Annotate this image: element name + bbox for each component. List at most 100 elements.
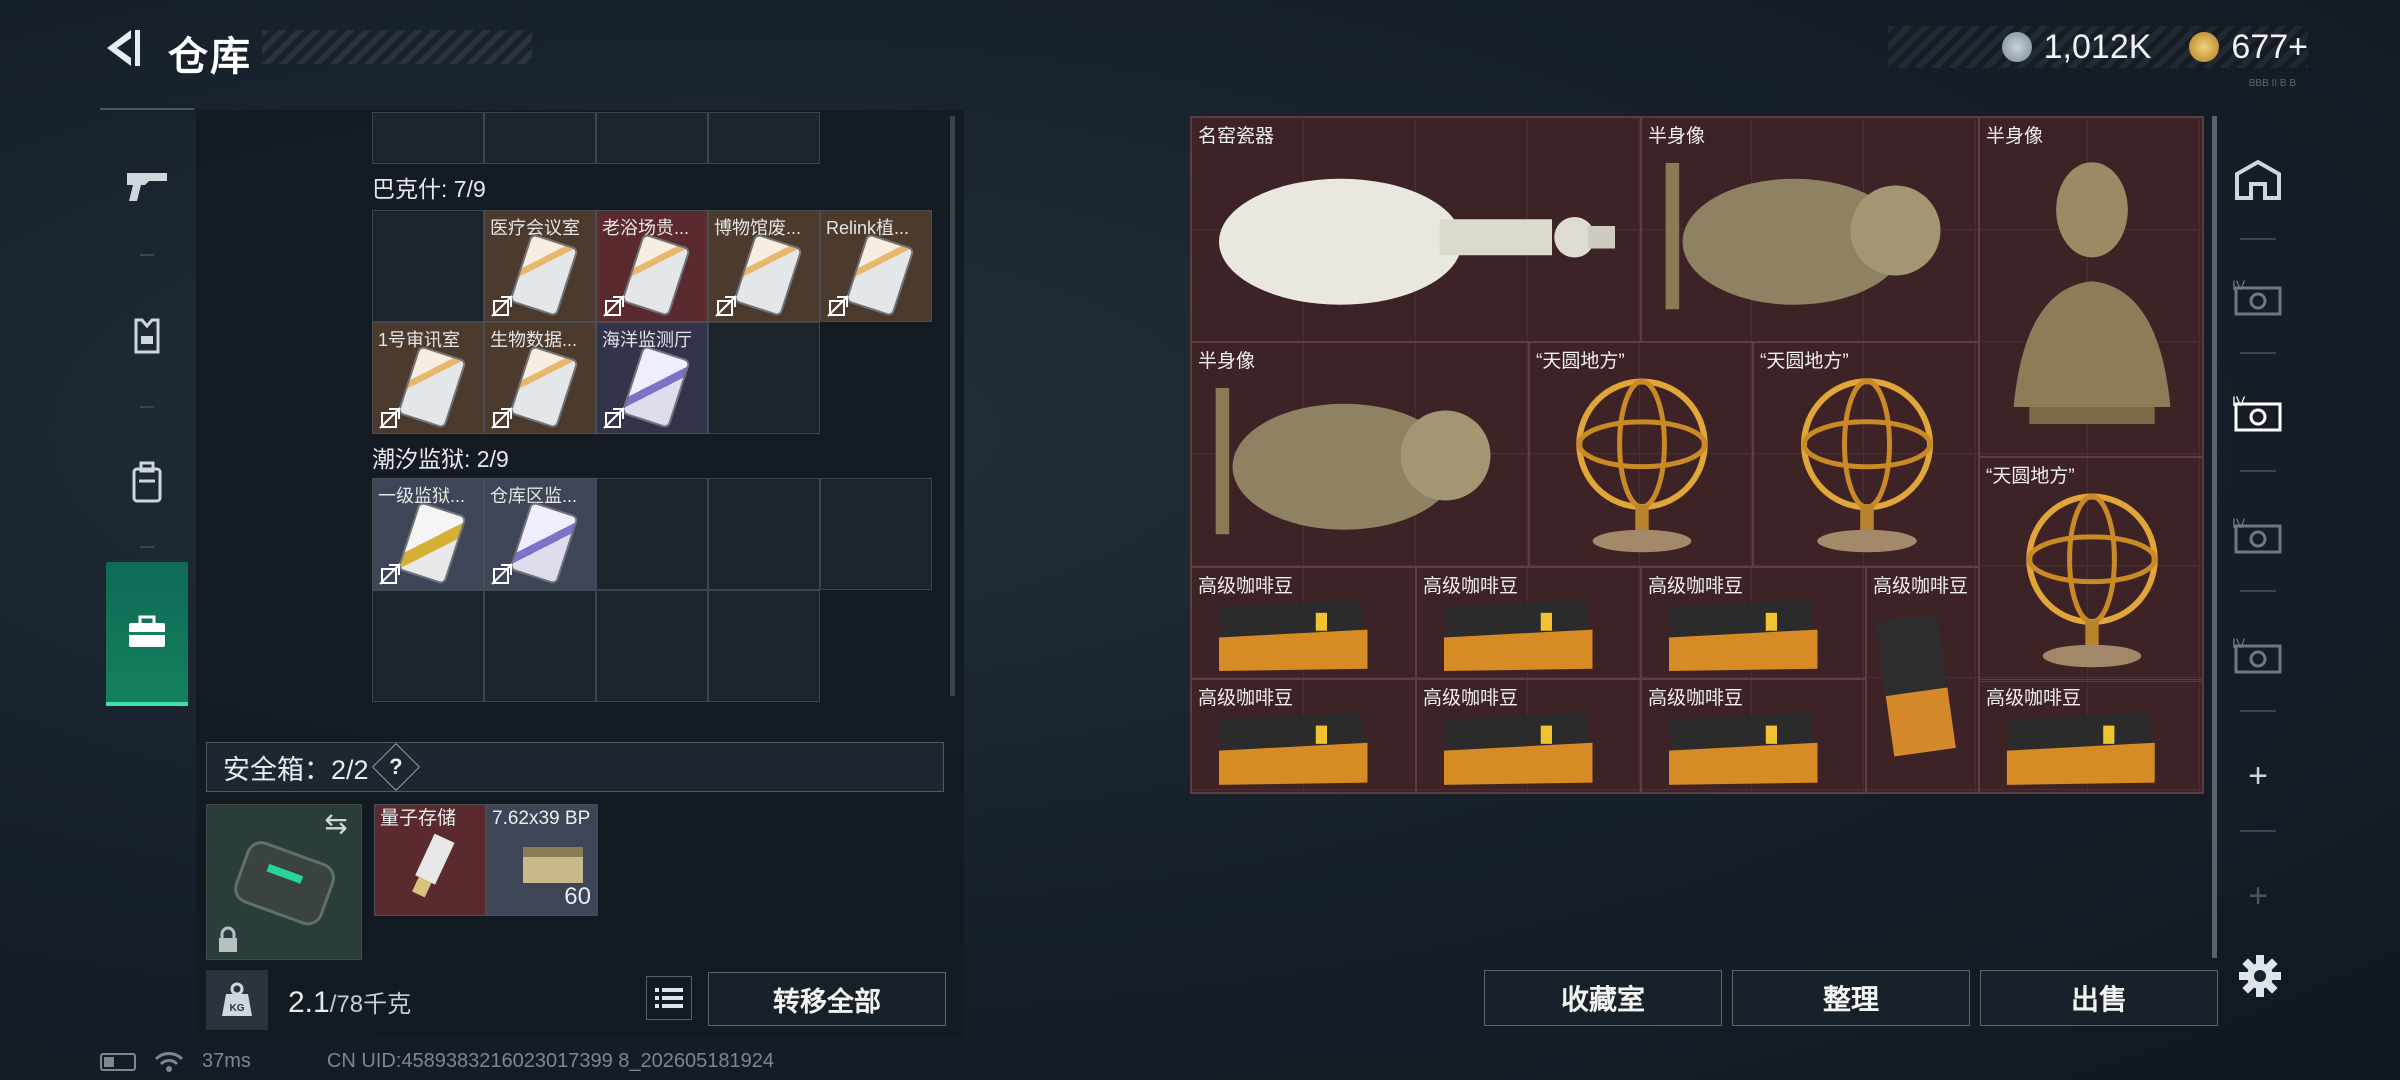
stash-box-icon: IV [2232, 277, 2282, 316]
backpack-icon [132, 461, 162, 503]
nav-divider [2240, 238, 2276, 240]
stash-tab-home[interactable] [2226, 148, 2290, 212]
coffee-beans-item[interactable]: 高级咖啡豆 [1416, 567, 1641, 679]
stash-tab-1[interactable]: IV [2226, 264, 2290, 328]
stash-box-icon: IV [2232, 635, 2282, 674]
collection-room-button[interactable]: 收藏室 [1484, 970, 1722, 1026]
coffee-beans-item[interactable]: 高级咖啡豆 [1641, 679, 1866, 793]
weight-current: 2.1 [288, 986, 330, 1019]
inventory-scrollbar[interactable] [950, 116, 955, 696]
keycard-icon [735, 235, 801, 315]
keycard-icon [399, 503, 465, 583]
nav-divider [140, 546, 154, 548]
bust-statue-item[interactable]: 半身像 [1979, 117, 2203, 457]
coffee-beans-item[interactable]: 高级咖啡豆 [1191, 679, 1416, 793]
stash-box-icon-active: IV [2232, 393, 2282, 432]
nav-divider [2240, 352, 2276, 354]
item-label: 一级监狱... [378, 486, 466, 506]
grid-cell [596, 478, 708, 590]
title-decoration [262, 30, 532, 64]
stash-scrollbar[interactable] [2212, 116, 2217, 958]
porcelain-vase-item[interactable]: 名窑瓷器 [1191, 117, 1641, 342]
keycard-icon [847, 235, 913, 315]
settings-button[interactable] [2236, 952, 2284, 1000]
unbound-icon [491, 295, 513, 317]
armillary-sphere-icon [2026, 493, 2158, 668]
nav-divider [2240, 590, 2276, 592]
bust-icon [1215, 388, 1491, 535]
gear-icon [2239, 955, 2281, 997]
nav-divider [2240, 830, 2276, 832]
item-label: 生物数据... [490, 330, 578, 350]
weight-capacity: /78千克 [329, 991, 412, 1018]
coffee-bag-icon [1875, 613, 1956, 757]
armillary-globe-item[interactable]: “天圆地方” [1979, 457, 2203, 682]
coffee-beans-item[interactable]: 高级咖啡豆 [1866, 567, 1979, 793]
coffee-bag-icon [1219, 599, 1368, 672]
coffee-beans-item[interactable]: 高级咖啡豆 [1641, 567, 1866, 679]
coffee-beans-item[interactable]: 高级咖啡豆 [1191, 567, 1416, 679]
keycard-item[interactable]: 医疗会议室 [484, 210, 596, 322]
help-button[interactable]: ? [371, 742, 420, 792]
add-stash-button-disabled[interactable]: + [2226, 864, 2290, 928]
currency-b-value[interactable]: 677+ [2231, 28, 2308, 67]
sell-button[interactable]: 出售 [1980, 970, 2218, 1026]
weight-readout: 2.1/78千克 [288, 984, 411, 1020]
unbound-icon [491, 563, 513, 585]
item-label: 仓库区监... [490, 486, 578, 506]
coffee-beans-item[interactable]: 高级咖啡豆 [1979, 679, 2203, 793]
keycard-icon [623, 347, 689, 427]
nav-weapon[interactable] [106, 126, 188, 246]
battery-icon [100, 1052, 136, 1071]
unbound-icon [603, 295, 625, 317]
keycard-item[interactable]: Relink植... [820, 210, 932, 322]
keycard-item[interactable]: 老浴场贵... [596, 210, 708, 322]
keycard-item[interactable]: 1号审讯室 [372, 322, 484, 434]
keycard-item[interactable]: 一级监狱... [372, 478, 484, 590]
grid-cell [372, 590, 484, 702]
ammo-count: 60 [564, 883, 591, 910]
stash-tab-3[interactable]: IV [2226, 502, 2290, 566]
sort-button[interactable]: 整理 [1732, 970, 1970, 1026]
unbound-icon [379, 407, 401, 429]
stash-tab-2[interactable]: IV [2226, 380, 2290, 444]
armillary-globe-item[interactable]: “天圆地方” [1529, 342, 1753, 567]
back-button[interactable] [96, 20, 146, 76]
usb-drive-icon [412, 833, 455, 898]
bust-statue-item[interactable]: 半身像 [1641, 117, 1979, 342]
list-view-button[interactable] [646, 976, 692, 1020]
armillary-globe-item[interactable]: “天圆地方” [1753, 342, 1979, 567]
item-label: Relink植... [826, 218, 910, 238]
swap-icon[interactable]: ⇆ [316, 806, 356, 840]
ammo-item[interactable]: 7.62x39 BP 60 [486, 804, 598, 916]
grid-cell [484, 590, 596, 702]
stash-tab-4[interactable]: IV [2226, 622, 2290, 686]
nav-safe-case[interactable] [106, 562, 188, 706]
coffee-bag-icon [1669, 599, 1818, 672]
add-stash-button[interactable]: + [2226, 744, 2290, 808]
section-header: 巴克什: 7/9 [372, 176, 486, 202]
item-label: 海洋监测厅 [602, 330, 692, 350]
nav-divider [140, 254, 154, 256]
nav-backpack[interactable] [106, 422, 188, 542]
coffee-beans-item[interactable]: 高级咖啡豆 [1416, 679, 1641, 793]
keycard-item[interactable]: 生物数据... [484, 322, 596, 434]
keycard-item[interactable]: 博物馆废... [708, 210, 820, 322]
stash-box-icon: IV [2232, 515, 2282, 554]
bust-statue-item[interactable]: 半身像 [1191, 342, 1529, 567]
keycard-item[interactable]: 仓库区监... [484, 478, 596, 590]
keycard-icon [511, 235, 577, 315]
gun-icon [127, 173, 167, 201]
grid-cell [596, 590, 708, 702]
gold-coin-icon [2189, 32, 2220, 62]
quantum-storage-item[interactable]: 量子存储 [374, 804, 486, 916]
coffee-bag-icon [1444, 711, 1593, 785]
currency-a-value: 1,012K [2043, 27, 2152, 66]
keycard-item[interactable]: 海洋监测厅 [596, 322, 708, 434]
armillary-sphere-icon [1801, 378, 1933, 553]
nav-armor[interactable] [106, 276, 188, 396]
transfer-all-button[interactable]: 转移全部 [708, 972, 946, 1026]
grid-cell [708, 478, 820, 590]
unbound-icon [379, 563, 401, 585]
currency-bar: 1,012K 677+ [1888, 26, 2308, 68]
